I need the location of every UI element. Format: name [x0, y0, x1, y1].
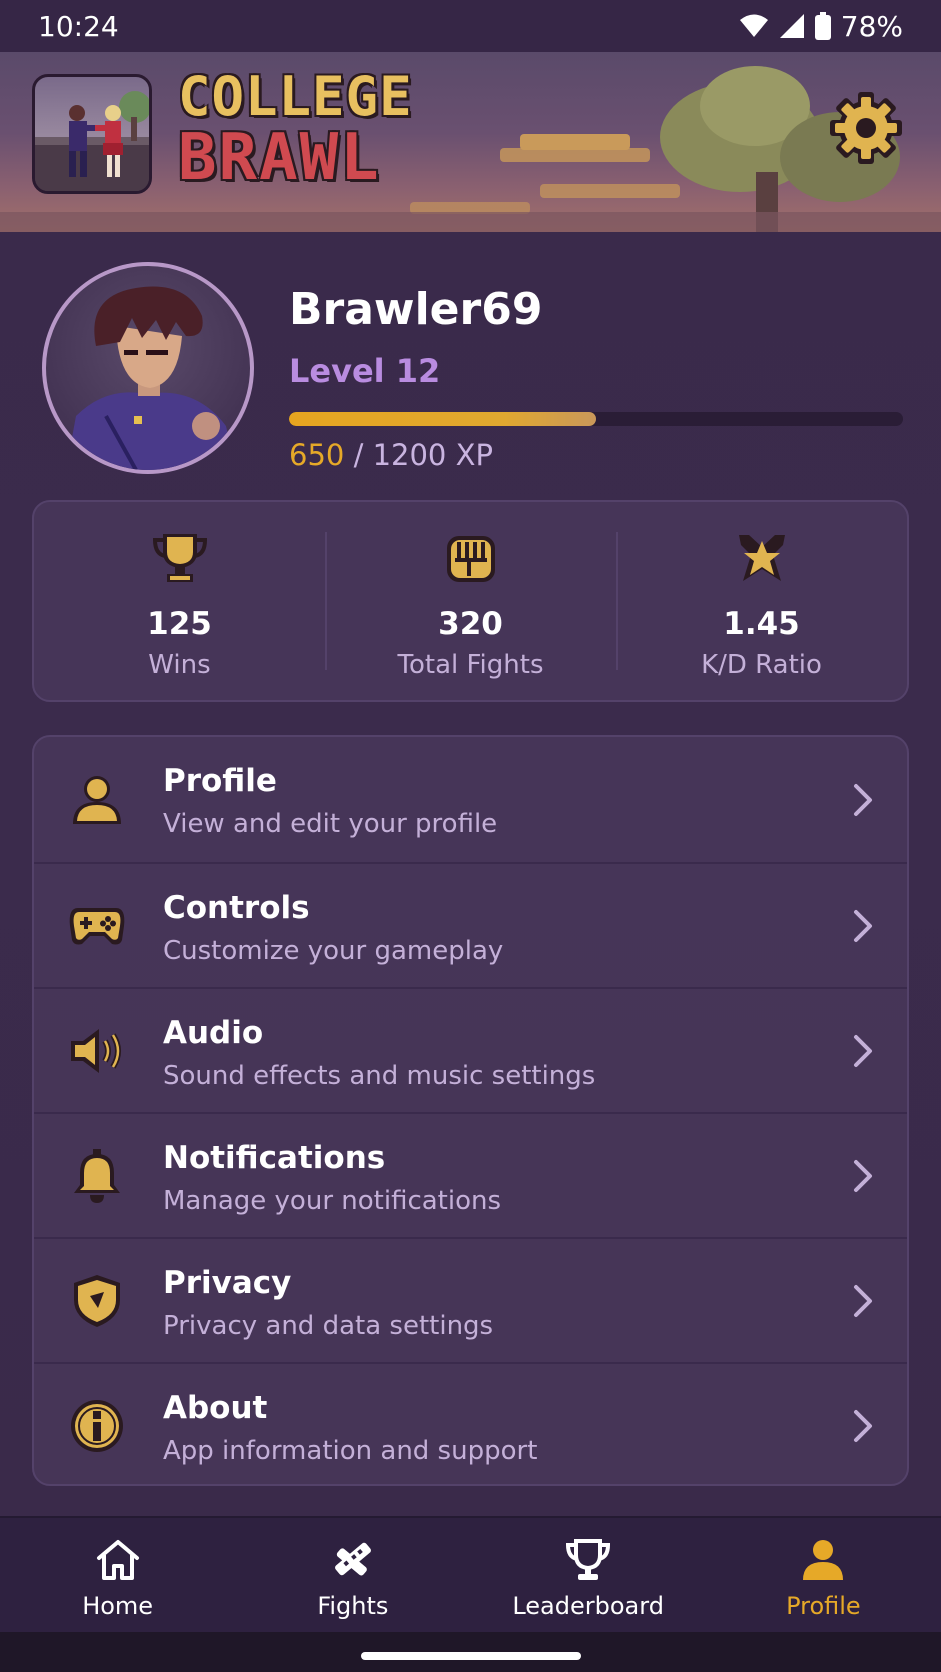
- battery-icon: [814, 12, 831, 40]
- xp-total: / 1200 XP: [344, 438, 493, 472]
- player-username: Brawler69: [289, 284, 543, 335]
- menu-item-text: Privacy Privacy and data settings: [163, 1265, 493, 1341]
- stat-kd-label: K/D Ratio: [701, 650, 822, 680]
- fist-icon: [445, 530, 497, 586]
- stat-fights-label: Total Fights: [397, 650, 544, 680]
- nav-home[interactable]: Home: [0, 1518, 235, 1632]
- chevron-right-icon: [849, 780, 877, 820]
- speaker-icon: [68, 1022, 126, 1080]
- bottom-navigation: Home Fights Leaderboard Profile: [0, 1516, 941, 1632]
- star-icon: [735, 530, 789, 586]
- stat-fights-value: 320: [438, 606, 503, 642]
- menu-item-text: About App information and support: [163, 1390, 537, 1466]
- menu-item-profile[interactable]: Profile View and edit your profile: [34, 737, 907, 862]
- banner-cloud: [540, 184, 680, 198]
- menu-item-notifications[interactable]: Notifications Manage your notifications: [34, 1112, 907, 1237]
- gamepad-icon: [68, 897, 126, 955]
- menu-item-text: Notifications Manage your notifications: [163, 1140, 501, 1216]
- nav-label: Home: [82, 1592, 154, 1620]
- menu-item-text: Controls Customize your gameplay: [163, 890, 503, 966]
- stat-wins-label: Wins: [148, 650, 211, 680]
- player-level: Level 12: [289, 352, 441, 390]
- menu-item-title: Privacy: [163, 1265, 292, 1301]
- nav-leaderboard[interactable]: Leaderboard: [471, 1518, 706, 1632]
- nav-label: Profile: [786, 1592, 861, 1620]
- settings-menu: Profile View and edit your profile Contr…: [32, 735, 909, 1486]
- home-gesture-bar[interactable]: [361, 1652, 581, 1660]
- info-icon: [68, 1397, 126, 1455]
- menu-item-title: Profile: [163, 763, 277, 799]
- nav-fights[interactable]: Fights: [235, 1518, 470, 1632]
- bell-icon: [68, 1147, 126, 1205]
- nav-label: Leaderboard: [512, 1592, 664, 1620]
- app-title-line2: BRAWL: [178, 121, 381, 195]
- nav-profile[interactable]: Profile: [706, 1518, 941, 1632]
- menu-item-text: Profile View and edit your profile: [163, 763, 497, 839]
- menu-item-text: Audio Sound effects and music settings: [163, 1015, 595, 1091]
- menu-item-audio[interactable]: Audio Sound effects and music settings: [34, 987, 907, 1112]
- person-icon: [801, 1536, 845, 1584]
- home-icon: [95, 1536, 141, 1584]
- chevron-right-icon: [849, 1406, 877, 1446]
- app-logo-icon: [32, 74, 152, 194]
- stat-total-fights: 320 Total Fights: [325, 502, 616, 700]
- player-avatar[interactable]: [42, 262, 254, 474]
- trophy-icon: [152, 530, 207, 586]
- menu-item-subtitle: Customize your gameplay: [163, 936, 504, 966]
- stat-kd-value: 1.45: [723, 606, 800, 642]
- menu-item-title: Controls: [163, 890, 310, 926]
- menu-item-subtitle: Privacy and data settings: [163, 1311, 494, 1341]
- xp-current: 650: [289, 438, 345, 472]
- chevron-right-icon: [849, 1281, 877, 1321]
- nav-label: Fights: [317, 1592, 389, 1620]
- shield-icon: [68, 1272, 126, 1330]
- banner-ground: [0, 212, 941, 232]
- menu-item-title: Notifications: [163, 1140, 386, 1176]
- menu-item-title: Audio: [163, 1015, 264, 1051]
- menu-item-about[interactable]: About App information and support: [34, 1362, 907, 1484]
- header-banner: COLLEGE BRAWL: [0, 52, 941, 232]
- status-time: 10:24: [38, 9, 119, 43]
- battery-percent: 78%: [840, 9, 903, 43]
- app-title-line1: COLLEGE: [178, 65, 413, 128]
- status-icons: 78%: [739, 10, 903, 43]
- xp-progress-bar: [289, 412, 903, 426]
- xp-progress-fill: [289, 412, 596, 426]
- chevron-right-icon: [849, 1031, 877, 1071]
- menu-item-subtitle: Manage your notifications: [163, 1186, 502, 1216]
- signal-icon: [779, 13, 805, 39]
- banner-cloud: [500, 148, 650, 162]
- stats-card: 125 Wins 320 Total Fights 1.45 K/D Ratio: [32, 500, 909, 702]
- menu-item-privacy[interactable]: Privacy Privacy and data settings: [34, 1237, 907, 1362]
- menu-item-title: About: [163, 1390, 268, 1426]
- stat-wins: 125 Wins: [34, 502, 325, 700]
- stat-kd-ratio: 1.45 K/D Ratio: [616, 502, 907, 700]
- menu-item-subtitle: Sound effects and music settings: [163, 1061, 596, 1091]
- chevron-right-icon: [849, 906, 877, 946]
- person-icon: [68, 771, 126, 829]
- gear-icon: [830, 92, 902, 168]
- stat-wins-value: 125: [147, 606, 212, 642]
- menu-item-controls[interactable]: Controls Customize your gameplay: [34, 862, 907, 987]
- trophy-icon: [564, 1536, 612, 1584]
- status-bar: 10:24 78%: [0, 0, 941, 52]
- wifi-icon: [739, 13, 769, 39]
- settings-button[interactable]: [826, 90, 906, 170]
- menu-item-subtitle: View and edit your profile: [163, 809, 498, 839]
- xp-text: 650 / 1200 XP: [289, 438, 493, 472]
- chevron-right-icon: [849, 1156, 877, 1196]
- app-title: COLLEGE BRAWL: [178, 65, 413, 195]
- menu-item-subtitle: App information and support: [163, 1436, 538, 1466]
- crossed-swords-icon: [329, 1536, 377, 1584]
